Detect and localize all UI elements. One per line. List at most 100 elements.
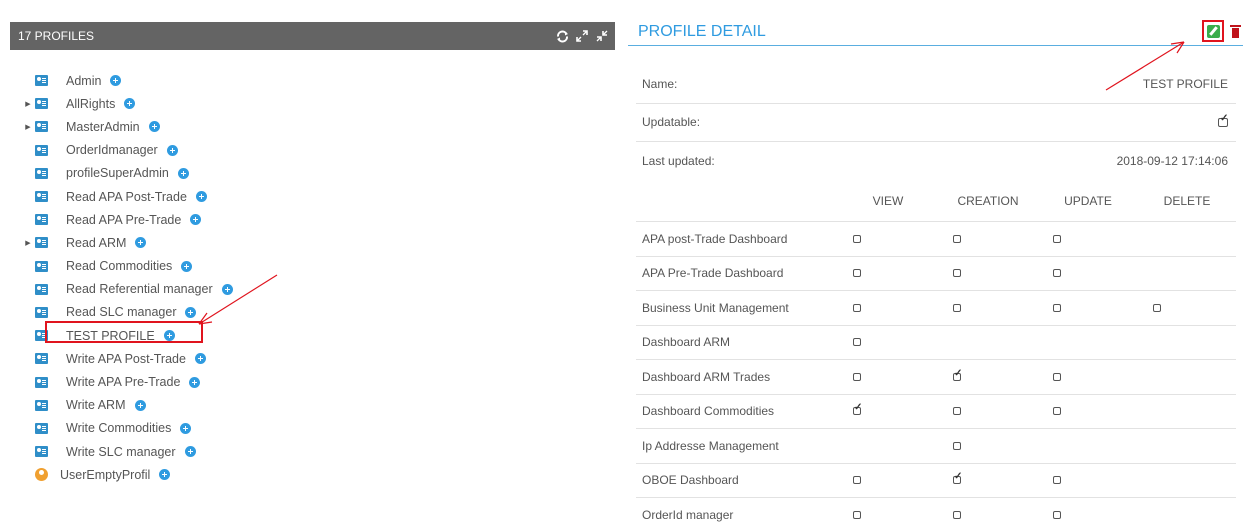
creation-checkbox[interactable]: [953, 511, 961, 520]
view-checkbox[interactable]: [853, 269, 861, 278]
expand-caret-icon[interactable]: ▶: [22, 121, 34, 133]
profile-item[interactable]: ▶ MasterAdmin: [22, 115, 233, 138]
view-checkbox[interactable]: [853, 511, 861, 520]
creation-checkbox[interactable]: [953, 407, 961, 416]
add-child-icon[interactable]: [180, 422, 192, 434]
profile-card-icon: [35, 214, 48, 226]
col-header-creation: CREATION: [957, 193, 1019, 208]
caret-spacer: [22, 306, 34, 318]
profile-item[interactable]: TEST PROFILE: [22, 321, 233, 347]
update-checkbox[interactable]: [1053, 269, 1061, 278]
view-checkbox[interactable]: [853, 372, 861, 381]
permission-cell-view: [838, 266, 938, 280]
update-checkbox[interactable]: [1053, 511, 1061, 520]
add-child-icon[interactable]: [195, 191, 207, 203]
permission-cell-view: [838, 508, 938, 522]
profile-item[interactable]: Write APA Post-Trade: [22, 347, 233, 370]
permission-name: APA post-Trade Dashboard: [642, 231, 788, 246]
profile-label: Read Commodities: [66, 259, 173, 274]
permissions-body: APA post-Trade Dashboard APA Pre-Trade Da…: [636, 222, 1236, 529]
view-checkbox[interactable]: [853, 402, 862, 416]
profile-item[interactable]: UserEmptyProfil: [22, 463, 233, 486]
add-child-icon[interactable]: [163, 330, 175, 342]
detail-actions: [1202, 20, 1241, 42]
expand-icon[interactable]: [575, 29, 589, 43]
profile-label: Read ARM: [66, 235, 127, 250]
profile-item[interactable]: OrderIdmanager: [22, 139, 233, 162]
profile-card-icon: [35, 422, 48, 434]
update-checkbox[interactable]: [1053, 303, 1061, 312]
profile-item[interactable]: Write ARM: [22, 394, 233, 417]
permission-name: Ip Addresse Management: [642, 438, 779, 453]
profile-card-icon: [35, 283, 48, 295]
profile-item[interactable]: profileSuperAdmin: [22, 162, 233, 185]
expand-caret-icon[interactable]: ▶: [22, 98, 34, 110]
creation-checkbox[interactable]: [953, 368, 962, 381]
profile-item[interactable]: Write Commodities: [22, 417, 233, 440]
profile-label: profileSuperAdmin: [66, 166, 169, 181]
add-child-icon[interactable]: [177, 167, 189, 179]
add-child-icon[interactable]: [166, 144, 178, 156]
add-child-icon[interactable]: [194, 353, 206, 365]
permission-cell-view: [838, 301, 938, 315]
permission-row: Ip Addresse Management: [636, 429, 1236, 464]
view-checkbox[interactable]: [853, 338, 861, 347]
profile-item[interactable]: Read APA Pre-Trade: [22, 208, 233, 231]
update-checkbox[interactable]: [1053, 372, 1061, 381]
profile-card-icon: [35, 75, 48, 87]
add-child-icon[interactable]: [148, 121, 160, 133]
add-child-icon[interactable]: [159, 469, 171, 481]
profile-tree: Admin ▶ AllRights ▶ MasterAdmin OrderIdmanage…: [22, 69, 233, 486]
update-checkbox[interactable]: [1053, 407, 1061, 416]
delete-checkbox[interactable]: [1153, 303, 1161, 312]
expand-caret-icon[interactable]: ▶: [22, 237, 34, 249]
view-checkbox[interactable]: [853, 303, 861, 312]
profile-item[interactable]: Read APA Post-Trade: [22, 185, 233, 208]
creation-checkbox[interactable]: [953, 303, 961, 312]
permission-cell-view: [838, 232, 938, 246]
edit-button[interactable]: [1202, 20, 1224, 42]
add-child-icon[interactable]: [135, 237, 147, 249]
profile-label: TEST PROFILE: [66, 328, 155, 343]
col-header-update: UPDATE: [1064, 193, 1112, 208]
update-checkbox[interactable]: [1053, 234, 1061, 243]
permission-cell-update: [1038, 508, 1138, 522]
collapse-icon[interactable]: [595, 29, 609, 43]
permission-cell-update: [1038, 370, 1138, 384]
last-updated-value: 2018-09-12 17:14:06: [1116, 154, 1228, 169]
permission-cell-update: [1038, 301, 1138, 315]
add-child-icon[interactable]: [185, 306, 197, 318]
add-child-icon[interactable]: [134, 399, 146, 411]
refresh-icon[interactable]: [555, 29, 569, 43]
profile-item[interactable]: ▶ AllRights: [22, 92, 233, 115]
add-child-icon[interactable]: [189, 376, 201, 388]
permission-cell-view: [838, 402, 938, 418]
update-checkbox[interactable]: [1053, 476, 1061, 485]
view-checkbox[interactable]: [853, 476, 861, 485]
trash-icon[interactable]: [1230, 24, 1241, 38]
add-child-icon[interactable]: [181, 260, 193, 272]
profile-item[interactable]: Write SLC manager: [22, 440, 233, 463]
profile-item[interactable]: Admin: [22, 69, 233, 92]
add-child-icon[interactable]: [110, 75, 122, 87]
add-child-icon[interactable]: [124, 98, 136, 110]
profile-card-icon: [35, 353, 48, 365]
profile-item[interactable]: Read Commodities: [22, 255, 233, 278]
view-checkbox[interactable]: [853, 234, 861, 243]
profile-item[interactable]: Read Referential manager: [22, 278, 233, 301]
caret-spacer: [22, 75, 34, 87]
creation-checkbox[interactable]: [953, 269, 961, 278]
profile-item[interactable]: ▶ Read ARM: [22, 231, 233, 254]
add-child-icon[interactable]: [190, 214, 202, 226]
permission-name: Business Unit Management: [642, 300, 789, 315]
profile-item[interactable]: Write APA Pre-Trade: [22, 370, 233, 393]
creation-checkbox[interactable]: [953, 471, 962, 485]
add-child-icon[interactable]: [221, 283, 233, 295]
caret-spacer: [22, 283, 34, 295]
creation-checkbox[interactable]: [953, 234, 961, 243]
profile-item[interactable]: Read SLC manager: [22, 301, 233, 324]
add-child-icon[interactable]: [184, 446, 196, 458]
caret-spacer: [22, 191, 34, 203]
updatable-checkbox[interactable]: [1218, 113, 1228, 127]
creation-checkbox[interactable]: [953, 441, 961, 450]
